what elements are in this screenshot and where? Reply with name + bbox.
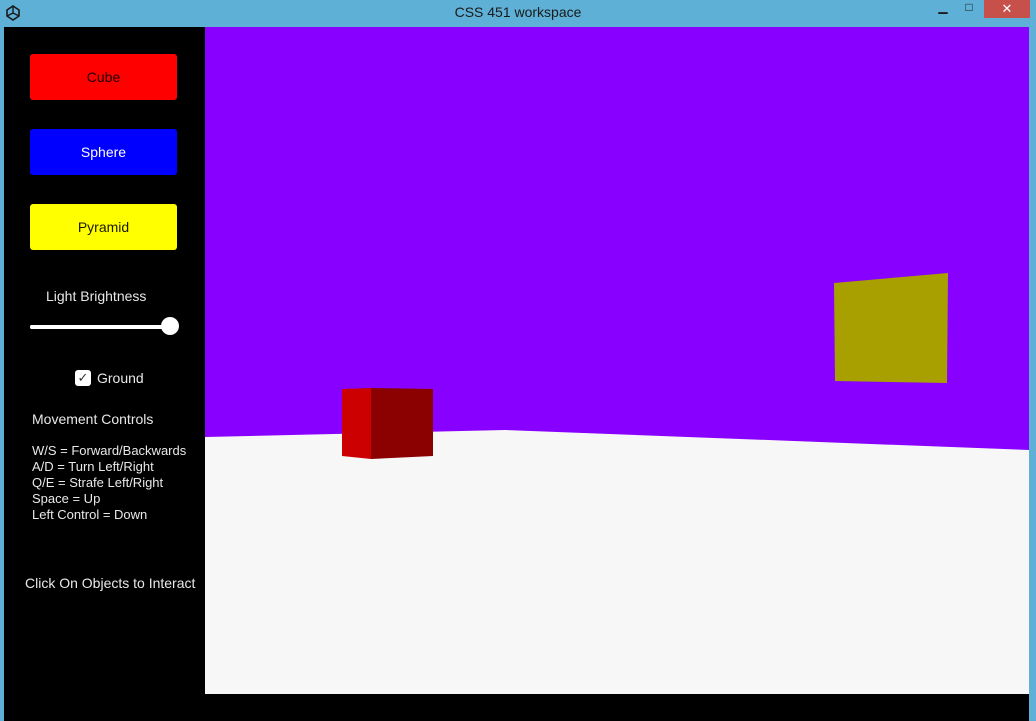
ground-label: Ground — [97, 370, 144, 386]
movement-controls-title: Movement Controls — [32, 411, 154, 427]
title-bar[interactable]: CSS 451 workspace ▁ □ ✕ — [0, 0, 1036, 27]
scene-viewport[interactable] — [205, 27, 1029, 694]
brightness-slider[interactable] — [30, 317, 179, 335]
cube-object-front[interactable] — [342, 388, 371, 459]
brightness-slider-fill — [30, 325, 170, 329]
cube-button[interactable]: Cube — [30, 54, 177, 100]
scene-canvas[interactable] — [205, 27, 1029, 694]
yellow-object[interactable] — [834, 273, 948, 383]
control-line-up: Space = Up — [32, 491, 101, 506]
minimize-button[interactable]: ▁ — [932, 0, 954, 18]
window-title: CSS 451 workspace — [454, 4, 582, 20]
movement-controls-list: W/S = Forward/Backwards A/D = Turn Left/… — [32, 443, 186, 523]
cube-object-side[interactable] — [371, 388, 433, 459]
control-line-down: Left Control = Down — [32, 507, 148, 522]
brightness-label: Light Brightness — [46, 288, 147, 304]
control-line-turn: A/D = Turn Left/Right — [32, 459, 154, 474]
ground-plane[interactable] — [205, 430, 1029, 694]
ground-checkbox[interactable]: ✓ — [75, 370, 91, 386]
sphere-button[interactable]: Sphere — [30, 129, 177, 175]
close-button[interactable]: ✕ — [984, 0, 1030, 18]
app-window: CSS 451 workspace ▁ □ ✕ Cube Sphere Pyra… — [0, 0, 1036, 721]
control-line-strafe: Q/E = Strafe Left/Right — [32, 475, 164, 490]
client-area: Cube Sphere Pyramid Light Brightness ✓ G… — [4, 27, 1029, 721]
brightness-slider-handle[interactable] — [161, 317, 179, 335]
maximize-button[interactable]: □ — [958, 0, 980, 18]
control-panel: Cube Sphere Pyramid Light Brightness ✓ G… — [4, 27, 205, 721]
interact-hint: Click On Objects to Interact — [25, 575, 196, 591]
pyramid-button[interactable]: Pyramid — [30, 204, 177, 250]
control-line-forward: W/S = Forward/Backwards — [32, 443, 187, 458]
